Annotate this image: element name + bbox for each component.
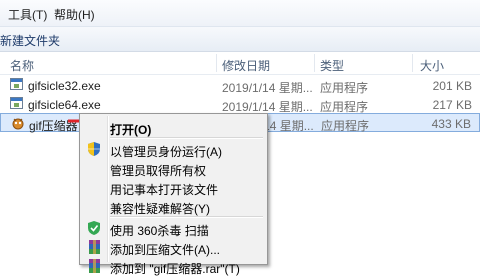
menu-item-open-with-notepad[interactable]: 用记事本打开该文件 xyxy=(82,177,265,197)
file-size: 201 KB xyxy=(432,79,472,93)
gif-compressor-app-icon xyxy=(11,116,25,130)
file-name: gifsicle64.exe xyxy=(28,98,101,112)
file-size: 217 KB xyxy=(432,98,472,112)
uac-shield-icon xyxy=(88,142,102,156)
exe-file-icon xyxy=(10,97,24,111)
menu-item-add-to-archive[interactable]: 添加到压缩文件(A)... xyxy=(82,237,265,257)
file-size: 433 KB xyxy=(431,117,471,131)
file-name: gifsicle32.exe xyxy=(28,79,101,93)
menu-item-run-as-admin[interactable]: 以管理员身份运行(A) xyxy=(82,139,265,159)
menu-item-compatibility[interactable]: 兼容性疑难解答(Y) xyxy=(82,196,265,216)
file-row[interactable]: gifsicle32.exe 2019/1/14 星期... 应用程序 201 … xyxy=(0,76,480,95)
winrar-icon xyxy=(88,240,102,254)
menu-item-360-scan[interactable]: 使用 360杀毒 扫描 xyxy=(82,218,265,238)
menu-item-label: 添加到 "gif压缩器.rar"(T) xyxy=(110,262,240,276)
exe-file-icon xyxy=(10,78,24,92)
menu-help[interactable]: 帮助(H) xyxy=(54,6,95,23)
menu-item-add-to-rar[interactable]: 添加到 "gif压缩器.rar"(T) xyxy=(82,256,265,276)
column-separator[interactable] xyxy=(314,54,315,72)
file-date: 2019/1/14 星期... xyxy=(222,81,313,95)
command-bar: 新建文件夹 xyxy=(0,27,480,52)
menu-bar: 工具(T) 帮助(H) xyxy=(0,0,480,27)
menu-item-open[interactable]: 打开(O) xyxy=(82,117,265,137)
menu-item-label: 打开(O) xyxy=(110,123,152,137)
column-header: ︿ 名称 修改日期 类型 大小 xyxy=(0,52,480,75)
file-type: 应用程序 xyxy=(321,119,370,133)
new-folder-button[interactable]: 新建文件夹 xyxy=(0,32,60,49)
context-menu: 打开(O) 以管理员身份运行(A) 管理员取得所有权 用记事本打开该文件 兼容性… xyxy=(79,113,268,276)
column-date[interactable]: 修改日期 xyxy=(222,57,270,74)
column-name[interactable]: 名称 xyxy=(10,57,34,74)
column-type[interactable]: 类型 xyxy=(320,57,344,74)
winrar-icon xyxy=(88,259,102,273)
column-separator[interactable] xyxy=(412,54,413,72)
360-shield-icon xyxy=(88,221,102,235)
column-separator[interactable] xyxy=(216,54,217,72)
column-size[interactable]: 大小 xyxy=(420,57,444,74)
file-type: 应用程序 xyxy=(320,81,369,95)
menu-tools[interactable]: 工具(T) xyxy=(8,6,47,23)
menu-item-take-ownership[interactable]: 管理员取得所有权 xyxy=(82,158,265,178)
menu-item-label: 兼容性疑难解答(Y) xyxy=(110,202,210,216)
file-row[interactable]: gifsicle64.exe 2019/1/14 星期... 应用程序 217 … xyxy=(0,95,480,114)
